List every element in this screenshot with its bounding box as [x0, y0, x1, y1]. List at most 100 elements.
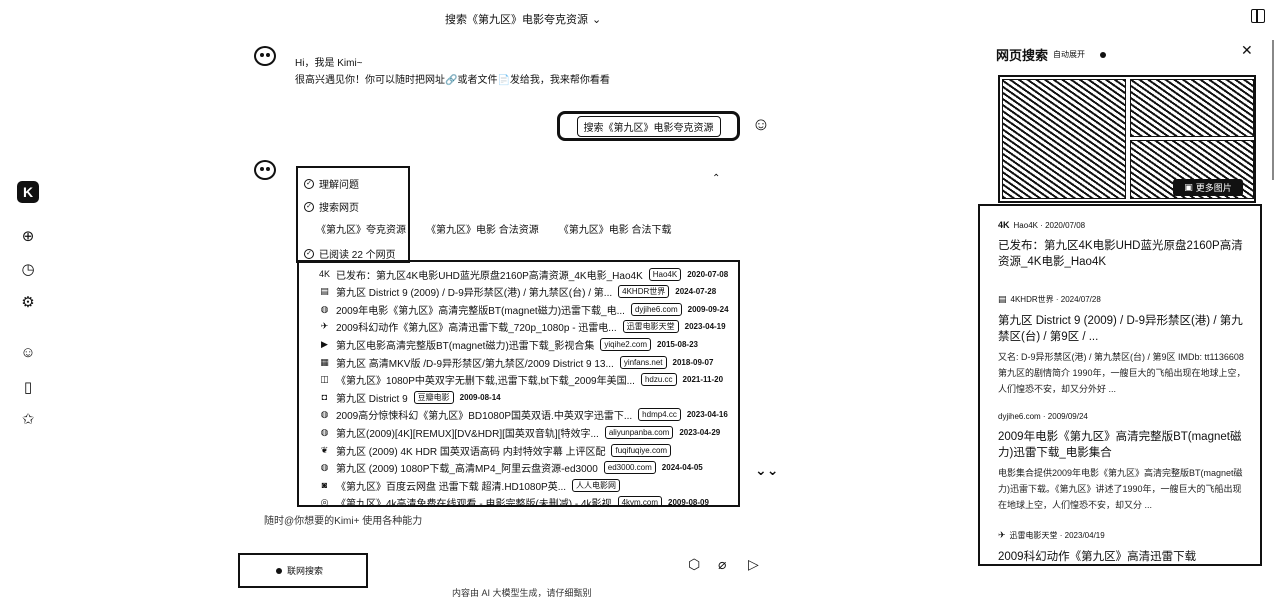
result-date: 2009-09-24: [687, 304, 729, 314]
more-images-button[interactable]: ▣ 更多图片: [1173, 179, 1243, 196]
site-icon: 4K: [319, 268, 331, 279]
search-result-row[interactable]: ❦ 第九区 (2009) 4K HDR 国英双语高码 内封特效字幕 上评区配 fuq…: [319, 442, 672, 458]
kimi-avatar: [254, 160, 276, 180]
result-date: 2023-04-29: [679, 427, 721, 437]
user-icon[interactable]: ☺: [19, 343, 37, 361]
result-title: 2009高分惊悚科幻《第九区》BD1080P国英双语.中英双字迅雷下...: [336, 411, 633, 423]
attach-icon[interactable]: ⌀: [718, 556, 726, 573]
image-icon: ▣: [1184, 182, 1193, 192]
conversation-title[interactable]: 搜索《第九区》电影夸克资源 ⌄: [445, 11, 601, 27]
step-read[interactable]: ✓ 已阅读 22 个网页: [304, 246, 396, 261]
result-date: 2023-04-19: [684, 322, 726, 332]
step-search: ✓ 搜索网页: [304, 199, 359, 214]
left-rail: K ⊕ ◷ ⚙ ☺ ▯ ✩: [0, 0, 56, 605]
search-result-row[interactable]: ◎ 《第九区》4k高清免费在线观看 - 电影完整版(未删减) - 4k影视 4kvm…: [319, 495, 709, 507]
result-image[interactable]: [1130, 79, 1254, 137]
source-badge: hdzu.cc: [640, 373, 677, 387]
web-search-toggle[interactable]: 联网搜索: [238, 553, 368, 588]
card-title: 第九区 District 9 (2009) / D-9异形禁区(港) / 第九禁…: [998, 315, 1243, 343]
panel-result-card[interactable]: ▤ 4KHDR世界 · 2024/07/28 第九区 District 9 (200…: [998, 294, 1248, 397]
search-result-row[interactable]: ◙ 《第九区》百度云网盘 迅雷下载 超清.HD1080P英... 人人电影网: [319, 477, 621, 493]
panel-title: 网页搜索: [996, 48, 1049, 63]
search-result-row[interactable]: ◍ 2009年电影《第九区》高清完整版BT(magnet磁力)迅雷下载_电... d…: [319, 301, 729, 317]
search-result-row[interactable]: ◫ 《第九区》1080P中英双字无删下载,迅雷下载,bt下载_2009年美国...…: [319, 372, 723, 388]
user-avatar: ☺: [751, 114, 771, 134]
result-title: 第九区电影高清完整版BT(magnet磁力)迅雷下载_影视合集: [336, 340, 595, 352]
site-icon: ✈: [998, 530, 1006, 540]
search-result-row[interactable]: ◍ 第九区(2009)[4K][REMUX][DV&HDR][国英双音轨][特效字…: [319, 424, 720, 440]
chevron-down-icon: ⌄: [592, 13, 602, 26]
close-icon[interactable]: ✕: [1241, 42, 1253, 59]
panel-toggle-icon[interactable]: [1251, 9, 1265, 23]
result-title: 《第九区》4k高清免费在线观看 - 电影完整版(未删减) - 4k影视: [336, 499, 612, 507]
search-query: 《第九区》电影 合法资源: [426, 225, 539, 236]
search-result-row[interactable]: ◍ 第九区 (2009) 1080P下载_高清MP4_阿里云盘资源-ed3000 e…: [319, 460, 703, 476]
check-icon: ✓: [304, 248, 314, 259]
panel-results: 4K Hao4K · 2020/07/08 已发布：第九区4K电影UHD蓝光原盘21…: [978, 204, 1262, 566]
step-search-label: 搜索网页: [319, 203, 359, 214]
apps-icon[interactable]: ⚙: [19, 293, 37, 311]
check-icon: ✓: [304, 178, 314, 189]
result-title: 第九区 (2009) 1080P下载_高清MP4_阿里云盘资源-ed3000: [336, 464, 598, 476]
panel-header: 网页搜索 自动展开: [996, 45, 1107, 64]
site-icon: ◙: [321, 479, 328, 490]
send-icon[interactable]: ▷: [748, 556, 759, 573]
check-icon: ✓: [304, 201, 314, 212]
search-result-row[interactable]: ▦ 第九区 高清MKV版 /D-9异形禁区/第九禁区/2009 District …: [319, 354, 713, 370]
toggle-dot-icon: [276, 567, 282, 574]
phone-icon[interactable]: ▯: [19, 378, 37, 396]
site-icon: ◍: [320, 409, 329, 420]
kimi-logo[interactable]: K: [17, 181, 39, 203]
search-result-row[interactable]: ✈ 2009科幻动作《第九区》高清迅雷下载_720p_1080p - 迅雷电...…: [319, 319, 726, 335]
search-result-row[interactable]: ◍ 2009高分惊悚科幻《第九区》BD1080P国英双语.中英双字迅雷下... hd…: [319, 407, 728, 423]
result-date: 2009-08-09: [668, 498, 709, 507]
card-source: 迅雷电影天堂 · 2023/04/19: [1009, 531, 1105, 540]
site-icon: ▦: [320, 356, 329, 367]
card-meta: ✈ 迅雷电影天堂 · 2023/04/19: [998, 530, 1248, 541]
source-badge: Hao4K: [648, 267, 682, 281]
disclaimer: 内容由 AI 大模型生成，请仔细甄别: [452, 588, 592, 598]
user-message: 搜索《第九区》电影夸克资源: [557, 111, 740, 141]
result-date: 2021-11-20: [682, 375, 724, 385]
card-meta: ▤ 4KHDR世界 · 2024/07/28: [998, 294, 1248, 305]
site-icon: ◍: [320, 303, 329, 314]
panel-result-card[interactable]: 4K Hao4K · 2020/07/08 已发布：第九区4K电影UHD蓝光原盘21…: [998, 220, 1248, 270]
kimi-avatar: [254, 46, 276, 66]
result-title: 第九区 District 9 (2009) / D-9异形禁区(港) / 第九禁…: [336, 288, 613, 300]
result-title: 2009年电影《第九区》高清完整版BT(magnet磁力)迅雷下载_电...: [336, 305, 625, 317]
source-badge: ed3000.com: [603, 461, 656, 475]
result-image[interactable]: [1002, 79, 1126, 199]
history-icon[interactable]: ◷: [19, 260, 37, 278]
panel-result-card[interactable]: ✈迅雷电影天堂 · 2023/04/19 2009科幻动作《第九区》高清迅雷下载_…: [998, 530, 1248, 564]
site-icon: ▤: [320, 286, 329, 297]
card-title: 2009年电影《第九区》高清完整版BT(magnet磁力)迅雷下载_电影集合: [998, 431, 1242, 459]
chevron-up-icon[interactable]: ⌃: [712, 173, 720, 184]
source-badge: yiqihe2.com: [600, 337, 652, 351]
explore-icon[interactable]: ✩: [19, 410, 37, 428]
source-badge: fuqifuqiye.com: [611, 443, 672, 457]
scrollbar[interactable]: [1272, 40, 1274, 180]
result-title: 《第九区》1080P中英双字无删下载,迅雷下载,bt下载_2009年美国...: [336, 376, 635, 388]
site-icon: ◎: [320, 497, 329, 507]
new-chat-icon[interactable]: ⊕: [19, 227, 37, 245]
cube-icon[interactable]: ⬡: [688, 556, 700, 573]
card-source: 4KHDR世界 · 2024/07/28: [1010, 295, 1101, 304]
scroll-down-icon[interactable]: ⌄⌄: [755, 462, 778, 479]
conversation-title-text: 搜索《第九区》电影夸克资源: [445, 14, 588, 26]
site-icon: ◘: [321, 391, 328, 402]
result-title: 第九区 District 9: [336, 393, 408, 405]
step-understand: ✓ 理解问题: [304, 176, 359, 191]
site-icon: ▤: [998, 294, 1007, 304]
site-icon: ❦: [320, 444, 329, 455]
card-description: 又名: D-9异形禁区(港) / 第九禁区(台) / 第9区 IMDb: tt1…: [998, 352, 1246, 394]
search-result-row[interactable]: ◘ 第九区 District 9 豆瓣电影 2009-08-14: [319, 389, 501, 405]
result-title: 第九区 (2009) 4K HDR 国英双语高码 内封特效字幕 上评区配: [336, 446, 606, 458]
search-result-row[interactable]: ▶ 第九区电影高清完整版BT(magnet磁力)迅雷下载_影视合集 yiqihe2.…: [319, 336, 698, 352]
source-badge: yinfans.net: [619, 355, 667, 369]
search-result-row[interactable]: ▤ 第九区 District 9 (2009) / D-9异形禁区(港) / 第九…: [319, 284, 716, 300]
search-result-row[interactable]: 4K 已发布：第九区4K电影UHD蓝光原盘2160P高清资源_4K电影_Hao4K…: [319, 266, 728, 282]
source-badge: aliyunpanba.com: [604, 425, 674, 439]
search-queries: 《第九区》夸克资源 《第九区》电影 合法资源 《第九区》电影 合法下载: [316, 221, 672, 236]
panel-result-card[interactable]: dyjihe6.com · 2009/09/24 2009年电影《第九区》高清完整…: [998, 412, 1248, 513]
panel-subtitle: 自动展开: [1053, 50, 1086, 59]
